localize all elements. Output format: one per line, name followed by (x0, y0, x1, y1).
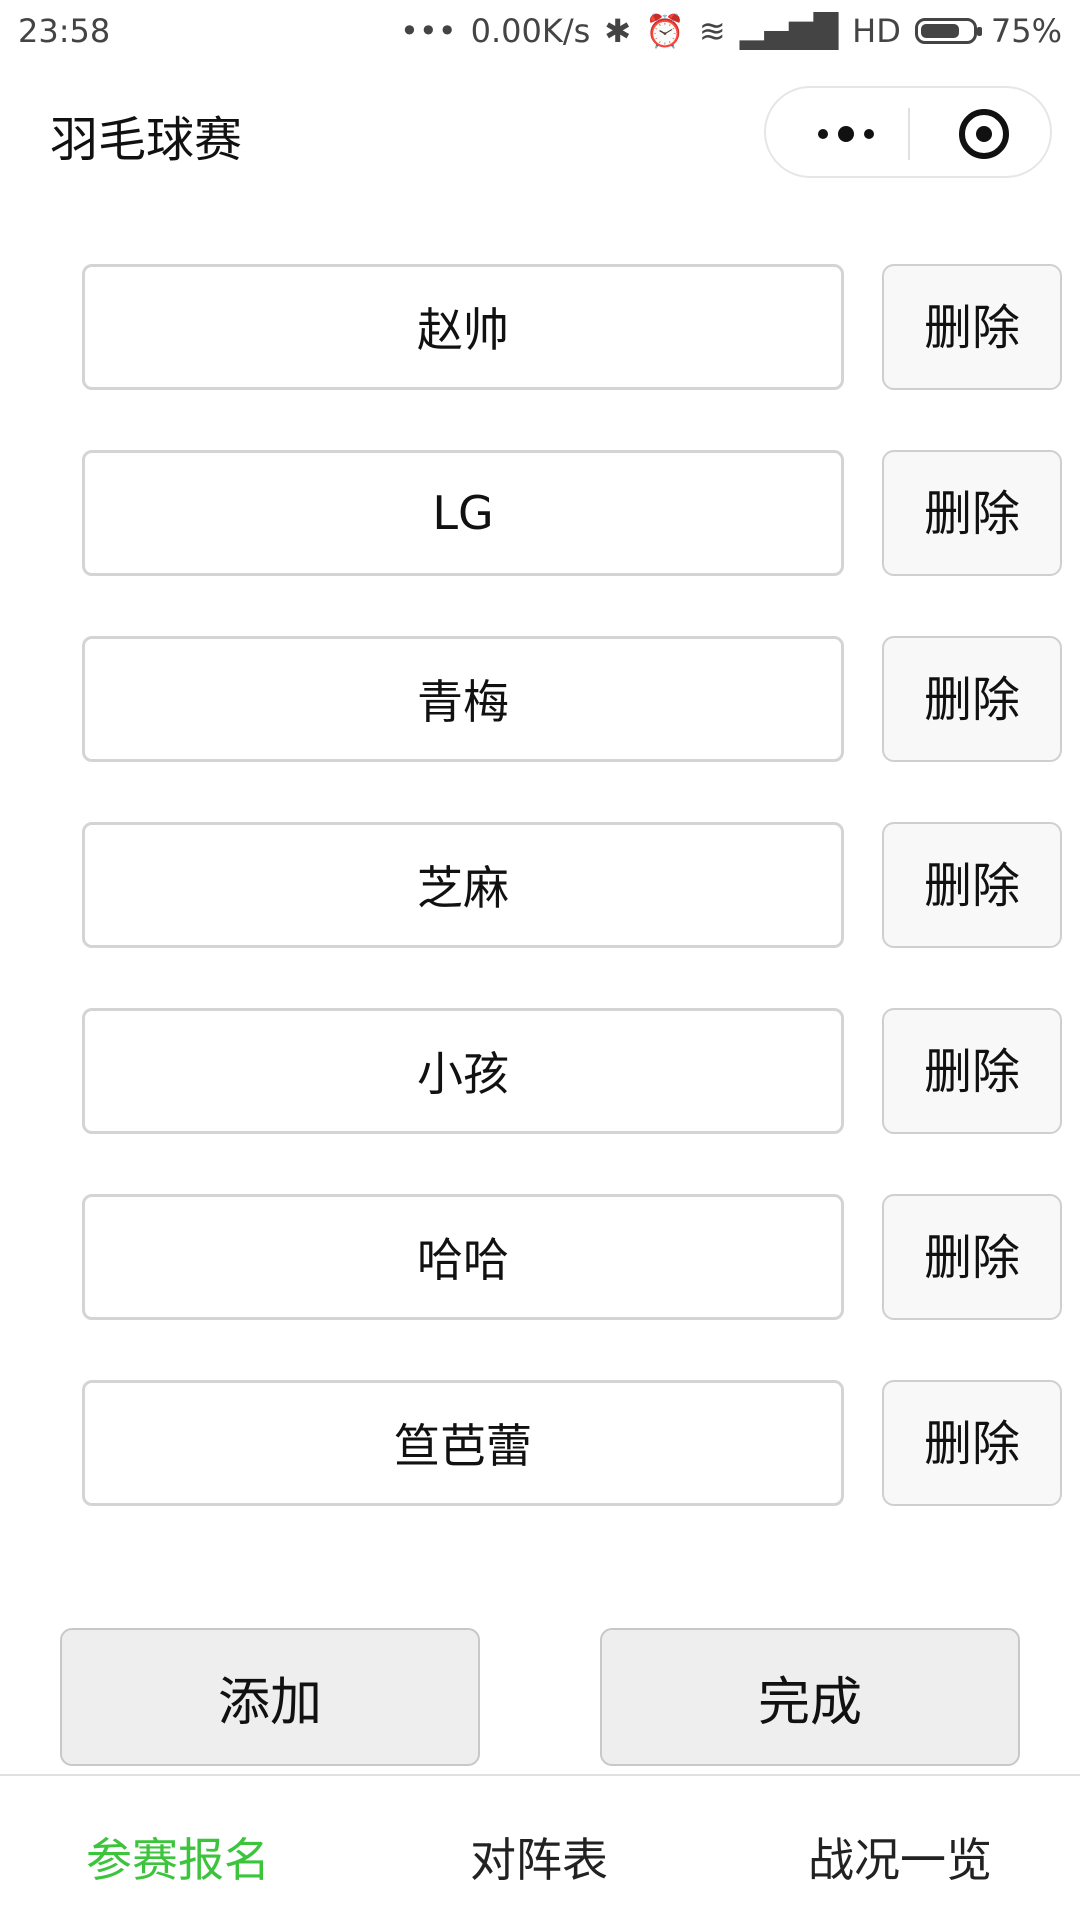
player-name-input[interactable]: 笪芭蕾 (82, 1380, 844, 1506)
miniprogram-capsule (764, 86, 1052, 178)
delete-button[interactable]: 删除 (882, 636, 1062, 762)
status-time: 23:58 (18, 12, 111, 50)
tab-bar: 参赛报名 对阵表 战况一览 (0, 1774, 1080, 1920)
player-row: 芝麻 删除 (0, 822, 1080, 948)
player-name-input[interactable]: 小孩 (82, 1008, 844, 1134)
delete-button[interactable]: 删除 (882, 1008, 1062, 1134)
status-bar: 23:58 ••• 0.00K/s ✱ ⏰ ≋ ▂▄▆█ HD 75% (0, 0, 1080, 62)
capsule-divider (908, 108, 910, 160)
delete-button[interactable]: 删除 (882, 1194, 1062, 1320)
network-speed: 0.00K/s (470, 12, 591, 50)
tab-schedule[interactable]: 对阵表 (470, 1824, 608, 1890)
player-row: 笪芭蕾 删除 (0, 1380, 1080, 1506)
battery-level: 75% (990, 12, 1062, 50)
player-name-input[interactable]: 芝麻 (82, 822, 844, 948)
tab-results[interactable]: 战况一览 (808, 1824, 992, 1890)
signal-icon: ▂▄▆█ (739, 12, 839, 50)
player-name-input[interactable]: LG (82, 450, 844, 576)
more-icon: ••• (399, 12, 457, 50)
status-indicators: ••• 0.00K/s ✱ ⏰ ≋ ▂▄▆█ HD 75% (400, 12, 1062, 50)
player-row: LG 删除 (0, 450, 1080, 576)
done-button[interactable]: 完成 (600, 1628, 1020, 1766)
player-row: 赵帅 删除 (0, 264, 1080, 390)
nav-bar: 羽毛球赛 (0, 62, 1080, 202)
add-player-button[interactable]: 添加 (60, 1628, 480, 1766)
tab-registration[interactable]: 参赛报名 (86, 1824, 270, 1890)
player-row: 小孩 删除 (0, 1008, 1080, 1134)
delete-button[interactable]: 删除 (882, 822, 1062, 948)
player-name-input[interactable]: 青梅 (82, 636, 844, 762)
page-title: 羽毛球赛 (50, 112, 243, 168)
delete-button[interactable]: 删除 (882, 450, 1062, 576)
more-menu-button[interactable] (806, 114, 886, 154)
player-name-input[interactable]: 哈哈 (82, 1194, 844, 1320)
delete-button[interactable]: 删除 (882, 264, 1062, 390)
player-name-input[interactable]: 赵帅 (82, 264, 844, 390)
close-miniprogram-icon[interactable] (959, 109, 1009, 159)
delete-button[interactable]: 删除 (882, 1380, 1062, 1506)
wifi-icon: ≋ (698, 12, 726, 50)
network-type: HD (852, 12, 901, 50)
bluetooth-icon: ✱ (604, 12, 632, 50)
battery-icon (914, 18, 982, 44)
player-row: 哈哈 删除 (0, 1194, 1080, 1320)
alarm-icon: ⏰ (645, 12, 685, 50)
player-row: 青梅 删除 (0, 636, 1080, 762)
